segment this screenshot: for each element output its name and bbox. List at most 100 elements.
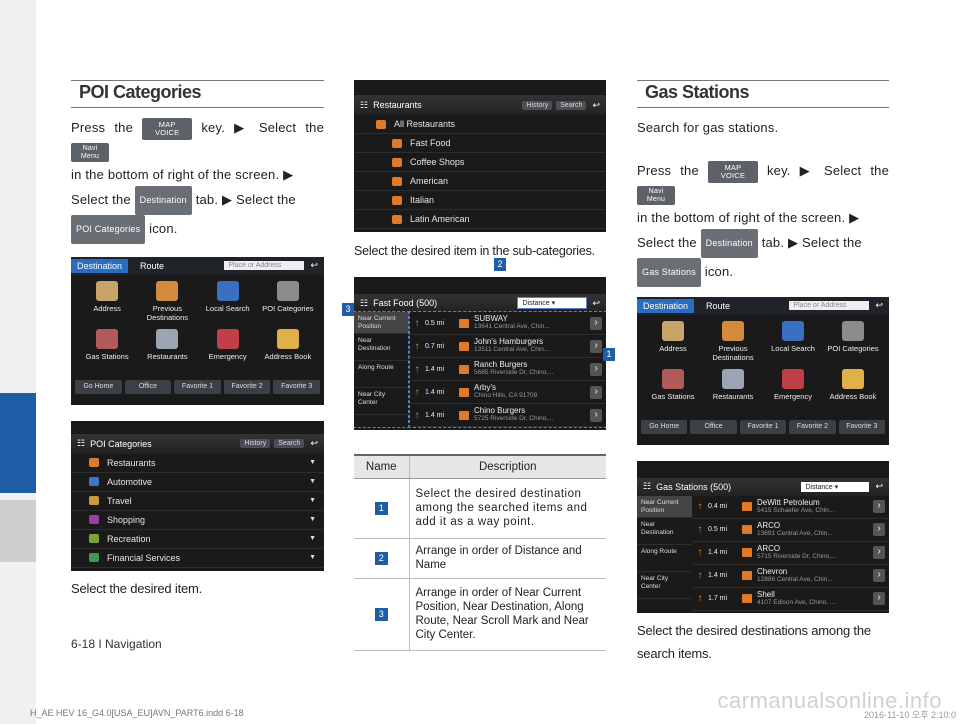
result-row[interactable]: ↑ 1.4 mi Chevron 12886 Central Ave, Chin...…	[692, 565, 889, 588]
back-icon[interactable]: ↩	[592, 298, 600, 309]
result-row[interactable]: ↑ 0.5 mi ARCO 13691 Central Ave, Chin... ›	[692, 519, 889, 542]
back-icon[interactable]: ↩	[310, 260, 318, 271]
tile-poi-categories[interactable]: POI Categories	[258, 280, 318, 329]
tile-emergency[interactable]: Emergency	[198, 328, 258, 377]
destination-tab-pill: Destination	[134, 185, 192, 215]
tile-previous-destinations[interactable]: Previous Destinations	[703, 320, 763, 369]
fav-office[interactable]: Office	[124, 379, 172, 394]
list-item[interactable]: Shopping ▼	[71, 511, 324, 530]
list-item[interactable]: American	[354, 172, 606, 191]
filter-option[interactable]: Near Current Position	[354, 312, 409, 334]
chevron-right-icon[interactable]: ›	[873, 546, 885, 560]
chevron-right-icon[interactable]: ›	[873, 500, 885, 514]
search-button[interactable]: Search	[274, 439, 305, 449]
list-item[interactable]: Recreation ▼	[71, 530, 324, 549]
list-item[interactable]: Italian	[354, 191, 606, 210]
history-button[interactable]: History	[240, 439, 271, 449]
chevron-right-icon[interactable]: ›	[590, 339, 602, 353]
result-row[interactable]: ↑ 1.4 mi Chino Burgers 5725 Riverside Dr, C…	[409, 404, 606, 427]
restaurant-list: All Restaurants Fast Food Coffee Shops Amer…	[354, 115, 606, 229]
tile-gas-stations[interactable]: Gas Stations	[643, 368, 703, 417]
fav-3[interactable]: Favorite 3	[838, 419, 886, 434]
poi-address: 12886 Central Ave, Chin...	[757, 575, 833, 583]
result-row[interactable]: ↑ 1.4 mi Ranch Burgers 5685 Riverside Dr, C…	[409, 358, 606, 381]
filter-option[interactable]: Near Destination	[354, 334, 409, 361]
chevron-right-icon[interactable]: ›	[590, 408, 602, 422]
tab-route[interactable]: Route	[140, 261, 164, 271]
poi-address: 13511 Central Ave, Chin...	[474, 346, 550, 353]
poi-address: Chino Hills, CA 91709	[474, 392, 538, 399]
tile-address-book[interactable]: Address Book	[258, 328, 318, 377]
result-row[interactable]: ↑ 0.4 mi DeWitt Petroleum 5415 Schaefer Ave…	[692, 496, 889, 519]
search-input[interactable]: Place or Address	[789, 301, 870, 311]
fav-go-home[interactable]: Go Home	[641, 419, 688, 434]
list-item[interactable]: All Restaurants	[354, 115, 606, 134]
list-item[interactable]: Latin American	[354, 210, 606, 229]
list-item[interactable]: Restaurants ▼	[71, 454, 324, 473]
list-item[interactable]: Coffee Shops	[354, 153, 606, 172]
tile-emergency[interactable]: Emergency	[763, 368, 823, 417]
brand-icon	[742, 594, 752, 604]
tile-address[interactable]: Address	[77, 280, 137, 329]
chevron-right-icon[interactable]: ›	[873, 569, 885, 583]
fav-1[interactable]: Favorite 1	[174, 379, 221, 394]
tile-restaurants[interactable]: Restaurants	[137, 328, 197, 377]
result-row[interactable]: ↑ 1.7 mi Shell 4107 Edison Ave, Chino, ... ›	[692, 588, 889, 611]
marker-1: 1	[603, 348, 615, 361]
list-item[interactable]: Fast Food	[354, 134, 606, 153]
poi-name: Chevron	[757, 566, 788, 576]
fav-2[interactable]: Favorite 2	[789, 419, 836, 434]
tile-previous-destinations[interactable]: Previous Destinations	[137, 280, 197, 329]
destination-tabs: Destination Route Place or Address ↩	[71, 256, 324, 275]
fav-go-home[interactable]: Go Home	[75, 379, 122, 394]
chevron-right-icon[interactable]: ›	[873, 523, 885, 537]
chevron-right-icon[interactable]: ›	[590, 362, 602, 376]
fav-1[interactable]: Favorite 1	[739, 419, 787, 434]
chevron-right-icon[interactable]: ›	[873, 592, 885, 606]
back-icon[interactable]: ↩	[592, 100, 600, 111]
fav-2[interactable]: Favorite 2	[223, 379, 271, 394]
tile-address-book[interactable]: Address Book	[823, 368, 883, 417]
back-icon[interactable]: ↩	[310, 438, 318, 449]
chevron-right-icon[interactable]: ›	[590, 316, 602, 330]
sort-dropdown[interactable]: Distance ▾	[517, 297, 588, 309]
search-button[interactable]: Search	[556, 100, 587, 110]
back-icon[interactable]: ↩	[875, 300, 883, 311]
result-row[interactable]: ↑ 0.5 mi SUBWAY 13641 Central Ave, Chin... ›	[409, 312, 606, 335]
filter-option[interactable]: Near Destination	[637, 518, 692, 545]
row-description: Arrange in order of Distance and Name	[409, 538, 606, 579]
sort-dropdown[interactable]: Distance ▾	[801, 481, 870, 492]
tab-destination[interactable]: Destination	[71, 258, 129, 273]
tile-gas-stations[interactable]: Gas Stations	[77, 328, 137, 377]
gas-stations-screen: ☷ Gas Stations (500) Distance ▾ ↩ Near C…	[637, 460, 889, 613]
row-number-cell: 3	[354, 578, 410, 651]
filter-option[interactable]: Near Current Position	[637, 495, 692, 518]
filter-option[interactable]: Along Route	[637, 545, 692, 572]
filter-option[interactable]: Near City Center	[354, 388, 409, 415]
fav-office[interactable]: Office	[690, 419, 737, 434]
back-icon[interactable]: ↩	[875, 481, 883, 492]
list-item[interactable]: Financial Services ▼	[71, 549, 324, 568]
fav-3[interactable]: Favorite 3	[273, 379, 320, 394]
filter-option[interactable]: Along Route	[354, 361, 409, 388]
filter-option[interactable]: Near City Center	[637, 572, 692, 599]
tab-route[interactable]: Route	[706, 301, 730, 311]
history-button[interactable]: History	[522, 100, 553, 110]
tile-restaurants[interactable]: Restaurants	[703, 368, 763, 417]
result-row[interactable]: ↑ 0.7 mi John's Hamburgers 13511 Central Av…	[409, 335, 606, 358]
distance: 0.5 mi	[425, 319, 445, 327]
result-row[interactable]: ↑ 1.4 mi Arby's Chino Hills, CA 91709 ›	[409, 381, 606, 404]
destination-screen: Destination Route Place or Address ↩ Add…	[637, 296, 889, 445]
tile-poi-categories[interactable]: POI Categories	[823, 320, 883, 369]
tile-address[interactable]: Address	[643, 320, 703, 369]
poi-text: Arby's Chino Hills, CA 91709	[474, 384, 590, 400]
result-row[interactable]: ↑ 1.4 mi ARCO 5715 Riverside Dr, Chino,... ›	[692, 542, 889, 565]
tile-local-search[interactable]: Local Search	[198, 280, 258, 329]
search-input[interactable]: Place or Address	[224, 261, 305, 271]
tab-destination[interactable]: Destination	[637, 298, 695, 313]
list-item[interactable]: Automotive ▼	[71, 473, 324, 492]
tile-local-search[interactable]: Local Search	[763, 320, 823, 369]
chevron-right-icon[interactable]: ›	[590, 385, 602, 399]
list-item[interactable]: Travel ▼	[71, 492, 324, 511]
item-label: Financial Services	[107, 552, 181, 563]
